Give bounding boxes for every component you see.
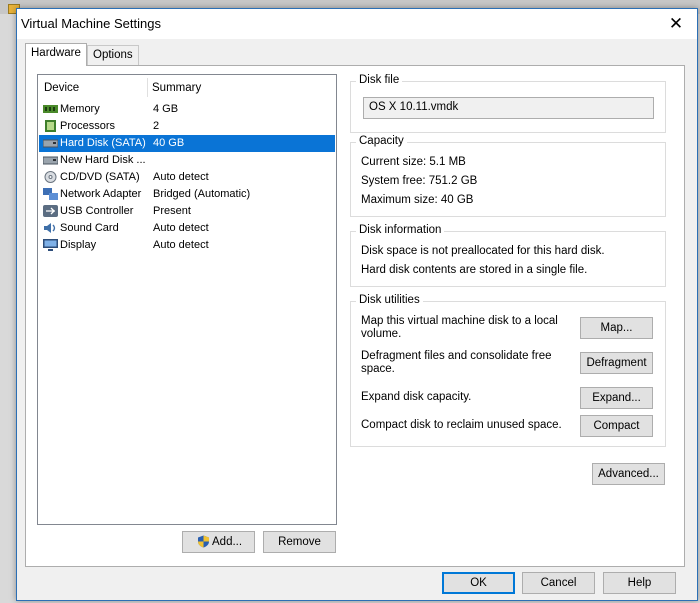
- device-row-network-adapter[interactable]: Network Adapter Bridged (Automatic): [38, 186, 336, 203]
- device-row-processors[interactable]: Processors 2: [38, 118, 336, 135]
- ok-button[interactable]: OK: [442, 572, 515, 594]
- column-header-device[interactable]: Device: [44, 82, 79, 94]
- network-adapter-icon: [43, 188, 58, 200]
- storage-text: Hard disk contents are stored in a singl…: [361, 264, 588, 276]
- device-summary: 40 GB: [153, 137, 185, 149]
- device-summary: Present: [153, 205, 191, 217]
- device-row-display[interactable]: Display Auto detect: [38, 237, 336, 254]
- add-button[interactable]: Add...: [182, 531, 255, 553]
- device-row-sound-card[interactable]: Sound Card Auto detect: [38, 220, 336, 237]
- device-summary: Bridged (Automatic): [153, 188, 251, 200]
- compact-button[interactable]: Compact: [580, 415, 653, 437]
- device-summary: 4 GB: [153, 103, 179, 115]
- preallocation-text: Disk space is not preallocated for this …: [361, 245, 605, 257]
- add-button-label: Add...: [212, 536, 243, 548]
- expand-description: Expand disk capacity.: [361, 391, 472, 403]
- advanced-button[interactable]: Advanced...: [592, 463, 665, 485]
- compact-description: Compact disk to reclaim unused space.: [361, 419, 562, 431]
- disk-file-title: Disk file: [356, 74, 403, 86]
- memory-icon: [43, 105, 58, 113]
- device-summary: 2: [153, 120, 160, 132]
- close-icon[interactable]: ✕: [665, 13, 687, 35]
- sound-card-icon: [44, 223, 56, 233]
- title-bar: Virtual Machine Settings ✕: [17, 9, 697, 39]
- cd-dvd-icon: [44, 171, 57, 183]
- help-button[interactable]: Help: [603, 572, 676, 594]
- tab-options[interactable]: Options: [87, 45, 139, 65]
- expand-button[interactable]: Expand...: [580, 387, 653, 409]
- defragment-button[interactable]: Defragment: [580, 352, 653, 374]
- capacity-group: Capacity Current size: 5.1 MB System fre…: [350, 135, 666, 217]
- current-size-text: Current size: 5.1 MB: [361, 156, 466, 168]
- tab-hardware[interactable]: Hardware: [25, 43, 87, 66]
- device-row-hard-disk-sata[interactable]: Hard Disk (SATA) 40 GB: [39, 135, 335, 152]
- cancel-button[interactable]: Cancel: [522, 572, 595, 594]
- maximum-size-text: Maximum size: 40 GB: [361, 194, 474, 206]
- column-divider[interactable]: [147, 78, 148, 97]
- defragment-description: Defragment files and consolidate free sp…: [361, 350, 552, 375]
- device-summary: Auto detect: [153, 171, 209, 183]
- hardware-tab-panel: Device Summary Memory 4 GB Processors 2 …: [25, 65, 685, 567]
- capacity-title: Capacity: [356, 135, 407, 147]
- device-name: Network Adapter: [60, 188, 142, 200]
- disk-utilities-group: Disk utilities Map this virtual machine …: [350, 294, 666, 447]
- disk-file-field[interactable]: OS X 10.11.vmdk: [363, 97, 654, 119]
- device-name: CD/DVD (SATA): [60, 171, 140, 183]
- device-summary: Auto detect: [153, 222, 209, 234]
- device-row-new-hard-disk[interactable]: New Hard Disk ...: [38, 152, 336, 169]
- hard-disk-icon: [43, 156, 58, 165]
- virtual-machine-settings-dialog: Virtual Machine Settings ✕ Hardware Opti…: [16, 8, 698, 601]
- disk-utilities-title: Disk utilities: [356, 294, 423, 306]
- system-free-text: System free: 751.2 GB: [361, 175, 478, 187]
- shield-icon: [198, 535, 209, 548]
- device-row-usb-controller[interactable]: USB Controller Present: [38, 203, 336, 220]
- map-button[interactable]: Map...: [580, 317, 653, 339]
- processor-icon: [45, 120, 56, 132]
- device-name: Hard Disk (SATA): [60, 137, 146, 149]
- device-row-cd-dvd[interactable]: CD/DVD (SATA) Auto detect: [38, 169, 336, 186]
- window-title: Virtual Machine Settings: [21, 16, 161, 31]
- device-row-memory[interactable]: Memory 4 GB: [38, 101, 336, 118]
- map-description: Map this virtual machine disk to a local…: [361, 315, 558, 340]
- display-icon: [43, 239, 58, 251]
- column-header-summary[interactable]: Summary: [152, 82, 201, 94]
- disk-information-title: Disk information: [356, 224, 445, 236]
- device-name: New Hard Disk ...: [60, 154, 146, 166]
- disk-information-group: Disk information Disk space is not preal…: [350, 224, 666, 287]
- device-summary: Auto detect: [153, 239, 209, 251]
- hard-disk-icon: [43, 139, 58, 148]
- device-name: Sound Card: [60, 222, 119, 234]
- device-list[interactable]: Device Summary Memory 4 GB Processors 2 …: [37, 74, 337, 525]
- disk-file-group: Disk file OS X 10.11.vmdk: [350, 74, 666, 133]
- device-name: USB Controller: [60, 205, 134, 217]
- device-name: Processors: [60, 120, 116, 132]
- remove-button[interactable]: Remove: [263, 531, 336, 553]
- device-name: Display: [60, 239, 97, 251]
- device-list-header: Device Summary: [38, 75, 336, 100]
- device-name: Memory: [60, 103, 100, 115]
- usb-icon: [43, 205, 58, 217]
